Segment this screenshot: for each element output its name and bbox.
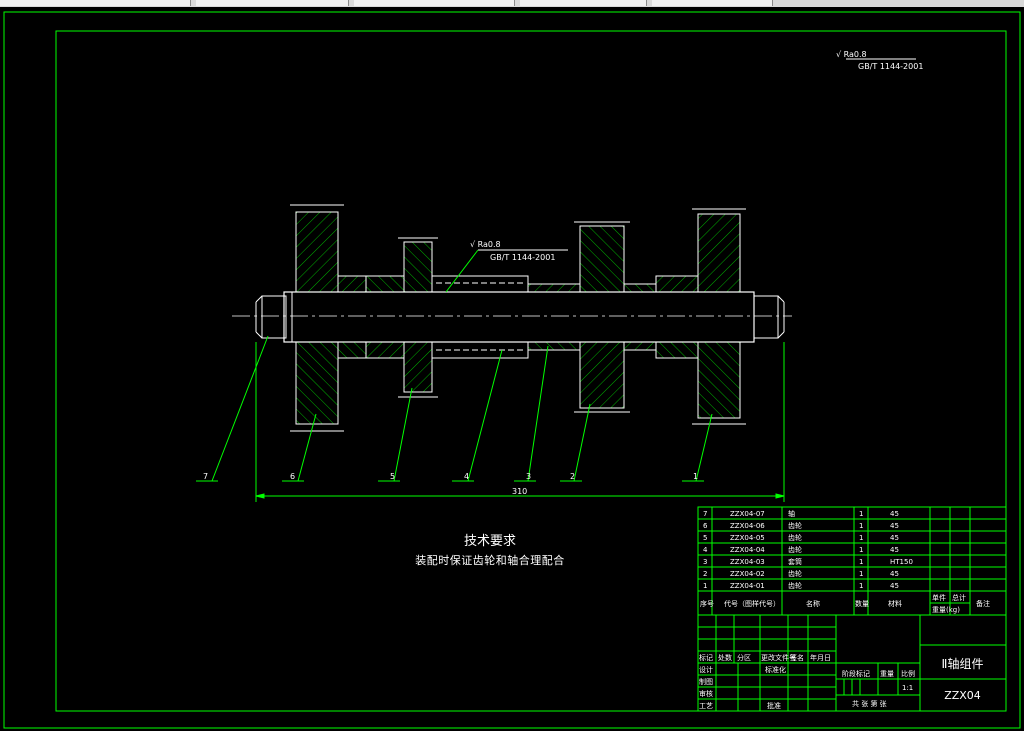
bom-cell-qty: 1: [859, 558, 863, 566]
bom-cell-qty: 1: [859, 546, 863, 554]
tb-label-weight: 重量: [880, 670, 894, 678]
tb-label-review: 审核: [699, 689, 713, 698]
leader-number: 6: [290, 472, 295, 481]
bom-cell-name: 齿轮: [788, 545, 802, 554]
surface-callout-mid-line2: GB/T 1144-2001: [490, 253, 555, 262]
bom-cell-qty: 1: [859, 510, 863, 518]
tb-label-scale: 比例: [901, 669, 915, 678]
bom-cell-no: 2: [703, 570, 707, 578]
surface-callout-top-line1: √ Ra0.8: [836, 50, 867, 59]
tb-label-mark: 标记: [699, 653, 713, 662]
cad-drawing-canvas[interactable]: √ Ra0.8 GB/T 1144-2001 √ Ra0.8 GB/T 1144…: [0, 0, 1024, 731]
bom-cell-code: ZZX04-04: [730, 546, 765, 554]
tb-label-signature: 签名: [790, 653, 804, 662]
bom-cell-no: 1: [703, 582, 707, 590]
gear-5: [365, 237, 438, 398]
tech-requirements-body: 装配时保证齿轮和轴合理配合: [415, 554, 565, 567]
bom-cell-no: 6: [703, 522, 708, 530]
sleeve-3: [527, 283, 581, 351]
bom-cell-code: ZZX04-01: [730, 582, 765, 590]
tb-label-zone: 分区: [737, 653, 751, 662]
bom-cell-code: ZZX04-06: [730, 522, 765, 530]
bom-cell-code: ZZX04-03: [730, 558, 765, 566]
surface-callout-top-line2: GB/T 1144-2001: [858, 62, 923, 71]
bom-cell-material: 45: [890, 534, 899, 542]
bom-cell-name: 齿轮: [788, 521, 802, 530]
bom-cell-material: 45: [890, 522, 899, 530]
shaft-assembly: √ Ra0.8 GB/T 1144-2001 7 6 5 4 3 2 1 310: [196, 204, 792, 502]
bom-cell-material: 45: [890, 582, 899, 590]
leader-number-labels: 7 6 5 4 3 2 1: [203, 472, 698, 481]
leader-number: 7: [203, 472, 208, 481]
bom-cell-name: 齿轮: [788, 533, 802, 542]
tb-label-count: 处数: [718, 653, 732, 662]
surface-callout-top: √ Ra0.8 GB/T 1144-2001: [836, 50, 923, 71]
leader-number: 4: [464, 472, 469, 481]
gear-6: [290, 204, 367, 432]
tb-scale-value: 1:1: [902, 684, 913, 692]
bom-cell-material: 45: [890, 570, 899, 578]
bom-cell-name: 轴: [788, 509, 795, 518]
bom-cell-code: ZZX04-07: [730, 510, 765, 518]
inner-frame: [55, 30, 1007, 712]
drawing-code: ZZX04: [944, 689, 981, 702]
gear-1: [655, 208, 746, 425]
bom-cell-material: 45: [890, 510, 899, 518]
tb-label-sheets: 共 张 第 张: [852, 699, 887, 708]
tb-label-process: 工艺: [699, 702, 713, 710]
tb-label-standardization: 标准化: [765, 665, 786, 674]
bom-cell-name: 齿轮: [788, 581, 802, 590]
tb-label-approve: 批准: [767, 701, 781, 710]
title-block-labels: 标记 处数 分区 更改文件号 签名 年月日 设计 标准化 制图 审核 工艺 批准…: [699, 653, 915, 710]
bom-cell-qty: 1: [859, 570, 863, 578]
drawing-name: Ⅱ轴组件: [941, 657, 984, 671]
leader-number: 5: [390, 472, 395, 481]
tb-label-design: 设计: [699, 665, 713, 674]
bom-cell-qty: 1: [859, 522, 863, 530]
tb-label-date: 年月日: [810, 653, 831, 662]
bom-cell-qty: 1: [859, 582, 863, 590]
bom-cell-code: ZZX04-05: [730, 534, 765, 542]
bom-cell-material: 45: [890, 546, 899, 554]
bom-cell-name: 齿轮: [788, 569, 802, 578]
bom-cell-material: HT150: [890, 558, 913, 566]
bom-header-remark: 备注: [976, 599, 990, 608]
bom-header-unit-weight: 单件: [932, 593, 946, 602]
bom-header-qty: 数量: [855, 599, 869, 608]
bom-header-weight: 重量(kg): [932, 606, 960, 614]
bom-rows: 7 ZZX04-07 轴 1 45 6 ZZX04-06 齿轮 1 45 5 ZZX04-05 齿轮 1 4…: [703, 509, 913, 590]
bom-header-total-weight: 总计: [952, 593, 966, 602]
tech-requirements-title: 技术要求: [463, 534, 516, 549]
leader-number: 2: [570, 472, 575, 481]
leader-number: 1: [693, 472, 698, 481]
bom-cell-name: 套筒: [788, 557, 802, 566]
bom-header-code: 代号（图样代号）: [724, 599, 780, 608]
surface-callout-mid-line1: √ Ra0.8: [470, 240, 501, 249]
bom-header-no: 序号: [700, 599, 714, 608]
leader-number: 3: [526, 472, 531, 481]
overall-dimension-value: 310: [512, 487, 527, 496]
tb-label-drawing: 制图: [699, 677, 713, 686]
bom-cell-qty: 1: [859, 534, 863, 542]
bom-cell-no: 5: [703, 534, 707, 542]
gear-2: [574, 221, 657, 413]
tb-label-stage-mark: 阶段标记: [842, 669, 870, 678]
bom-cell-no: 3: [703, 558, 707, 566]
key-part-4: [431, 275, 529, 359]
outer-frame: [3, 11, 1021, 729]
bom-cell-code: ZZX04-02: [730, 570, 765, 578]
bom-header-name: 名称: [806, 599, 820, 608]
bom-header-material: 材料: [888, 599, 902, 608]
bom-cell-no: 7: [703, 510, 707, 518]
shaft-7: [255, 291, 785, 343]
bom-cell-no: 4: [703, 546, 708, 554]
